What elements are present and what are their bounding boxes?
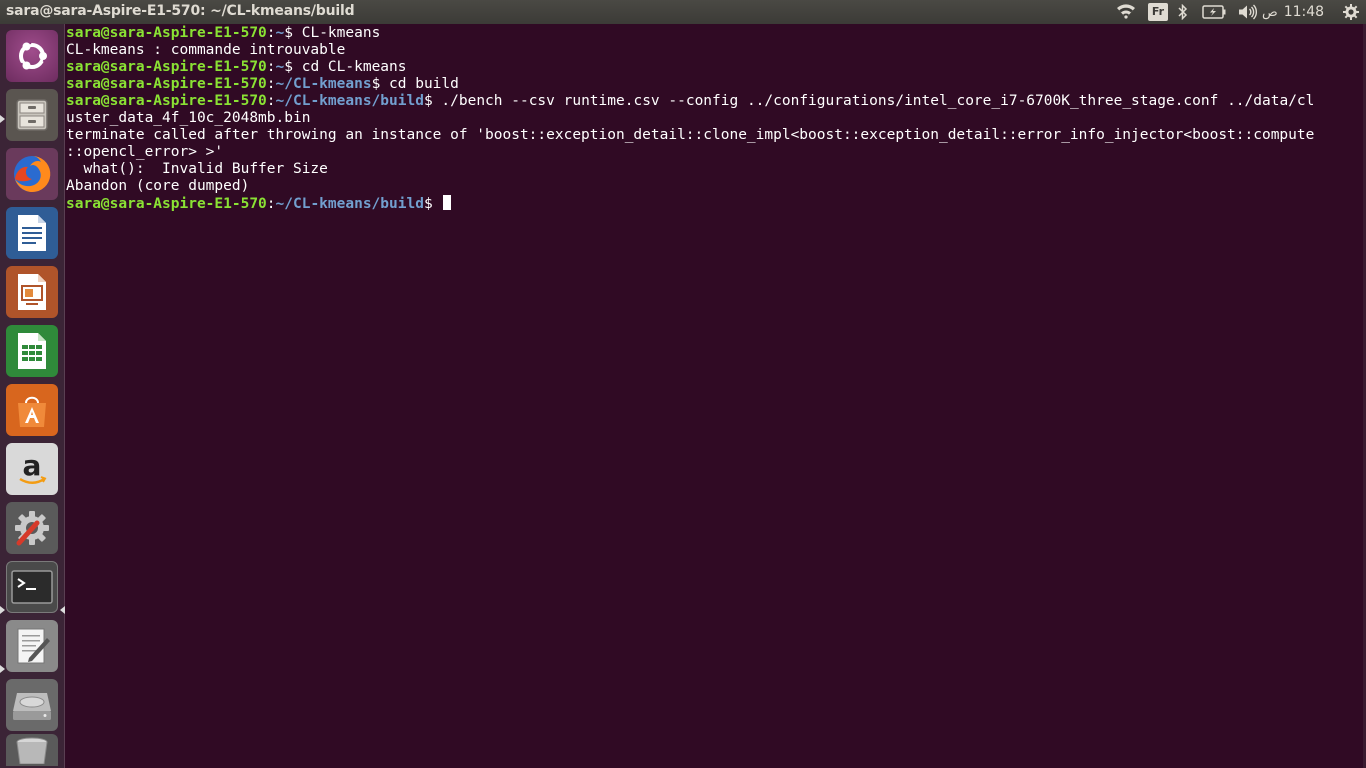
clock-period: ص (1262, 4, 1278, 20)
amazon-icon: a (19, 449, 47, 484)
output-text: ::opencl_error> >' (66, 144, 224, 160)
prompt-separator: : (266, 25, 276, 41)
output-text: what(): Invalid Buffer Size (66, 161, 328, 177)
terminal-icon (11, 570, 53, 604)
launcher-ubuntu-dash[interactable] (6, 30, 58, 82)
output-text: CL-kmeans : commande introuvable (66, 42, 346, 58)
prompt-path: ~/CL-kmeans/build (275, 196, 424, 212)
launcher-trash[interactable] (6, 734, 58, 766)
terminal-line: what(): Invalid Buffer Size (66, 161, 1356, 178)
prompt-path: ~/CL-kmeans (275, 76, 372, 92)
output-text: terminate called after throwing an insta… (66, 127, 1315, 143)
svg-text:a: a (23, 449, 42, 482)
launcher-text-editor[interactable] (6, 620, 58, 672)
prompt-user: sara@sara-Aspire-E1-570 (66, 25, 267, 41)
settings-wrench-icon (15, 511, 49, 546)
prompt-separator: : (266, 93, 276, 109)
output-text: uster_data_4f_10c_2048mb.bin (66, 110, 311, 126)
launcher-terminal[interactable] (6, 561, 58, 613)
terminal-window[interactable]: sara@sara-Aspire-E1-570:~$ CL-kmeans CL-… (65, 24, 1366, 768)
window-title: sara@sara-Aspire-E1-570: ~/CL-kmeans/bui… (6, 3, 355, 19)
terminal-line: terminate called after throwing an insta… (66, 127, 1356, 144)
launcher-disk[interactable] (6, 679, 58, 731)
prompt-separator: : (266, 76, 276, 92)
firefox-icon (14, 155, 51, 192)
file-cabinet-icon (16, 99, 48, 131)
wifi-icon[interactable] (1114, 0, 1138, 24)
text-cursor (443, 195, 452, 210)
command-text: CL-kmeans (301, 25, 381, 41)
trash-icon (16, 737, 48, 764)
calc-icon (18, 333, 46, 369)
running-indicator (0, 606, 5, 614)
running-indicator (0, 115, 5, 123)
terminal-line: sara@sara-Aspire-E1-570:~$ cd CL-kmeans (66, 59, 1356, 76)
launcher-firefox[interactable] (6, 148, 58, 200)
keyboard-layout-indicator[interactable]: Fr (1147, 0, 1169, 24)
prompt-path: ~/CL-kmeans/build (275, 93, 424, 109)
command-text: ./bench --csv runtime.csv --config ../co… (441, 93, 1315, 109)
hard-disk-icon (13, 693, 51, 720)
software-bag-icon (18, 396, 46, 427)
prompt-user: sara@sara-Aspire-E1-570 (66, 196, 267, 212)
prompt-dollar: $ (284, 59, 302, 75)
launcher-ubuntu-software[interactable] (6, 384, 58, 436)
terminal-line: Abandon (core dumped) (66, 178, 1356, 195)
impress-icon (18, 274, 46, 310)
launcher-amazon[interactable]: a (6, 443, 58, 495)
terminal-line: uster_data_4f_10c_2048mb.bin (66, 110, 1356, 127)
command-text: cd CL-kmeans (301, 59, 407, 75)
prompt-user: sara@sara-Aspire-E1-570 (66, 93, 267, 109)
launcher: a (0, 24, 65, 768)
terminal-line: sara@sara-Aspire-E1-570:~/CL-kmeans/buil… (66, 93, 1356, 110)
prompt-dollar: $ (284, 25, 302, 41)
output-text: Abandon (core dumped) (66, 178, 250, 194)
bluetooth-icon[interactable] (1175, 0, 1191, 24)
launcher-system-settings[interactable] (6, 502, 58, 554)
clock-time: 11:48 (1283, 4, 1325, 20)
terminal-line: sara@sara-Aspire-E1-570:~$ CL-kmeans (66, 25, 1356, 42)
clock[interactable]: ص 11:48 (1262, 0, 1344, 24)
prompt-separator: : (266, 196, 276, 212)
prompt-dollar: $ (371, 76, 390, 92)
prompt-dollar: $ (423, 196, 442, 212)
prompt-path: ~ (275, 25, 285, 41)
keyboard-layout-label: Fr (1148, 3, 1168, 21)
top-panel: sara@sara-Aspire-E1-570: ~/CL-kmeans/bui… (0, 0, 1366, 24)
ubuntu-logo-icon (18, 42, 47, 70)
terminal-line: CL-kmeans : commande introuvable (66, 42, 1356, 59)
terminal-line: sara@sara-Aspire-E1-570:~/CL-kmeans$ cd … (66, 76, 1356, 93)
prompt-path: ~ (275, 59, 285, 75)
volume-icon[interactable] (1236, 0, 1258, 24)
running-indicator (0, 665, 5, 673)
prompt-user: sara@sara-Aspire-E1-570 (66, 76, 267, 92)
prompt-user: sara@sara-Aspire-E1-570 (66, 59, 267, 75)
terminal-line: sara@sara-Aspire-E1-570:~/CL-kmeans/buil… (66, 195, 1356, 212)
text-editor-icon (17, 628, 50, 664)
launcher-libreoffice-writer[interactable] (6, 207, 58, 259)
prompt-separator: : (266, 59, 276, 75)
launcher-files[interactable] (6, 89, 58, 141)
command-text: cd build (389, 76, 459, 92)
launcher-libreoffice-calc[interactable] (6, 325, 58, 377)
writer-icon (18, 215, 46, 251)
terminal-line: ::opencl_error> >' (66, 144, 1356, 161)
battery-icon[interactable] (1200, 0, 1228, 24)
launcher-libreoffice-impress[interactable] (6, 266, 58, 318)
settings-gear-icon[interactable] (1340, 0, 1362, 24)
prompt-dollar: $ (423, 93, 442, 109)
